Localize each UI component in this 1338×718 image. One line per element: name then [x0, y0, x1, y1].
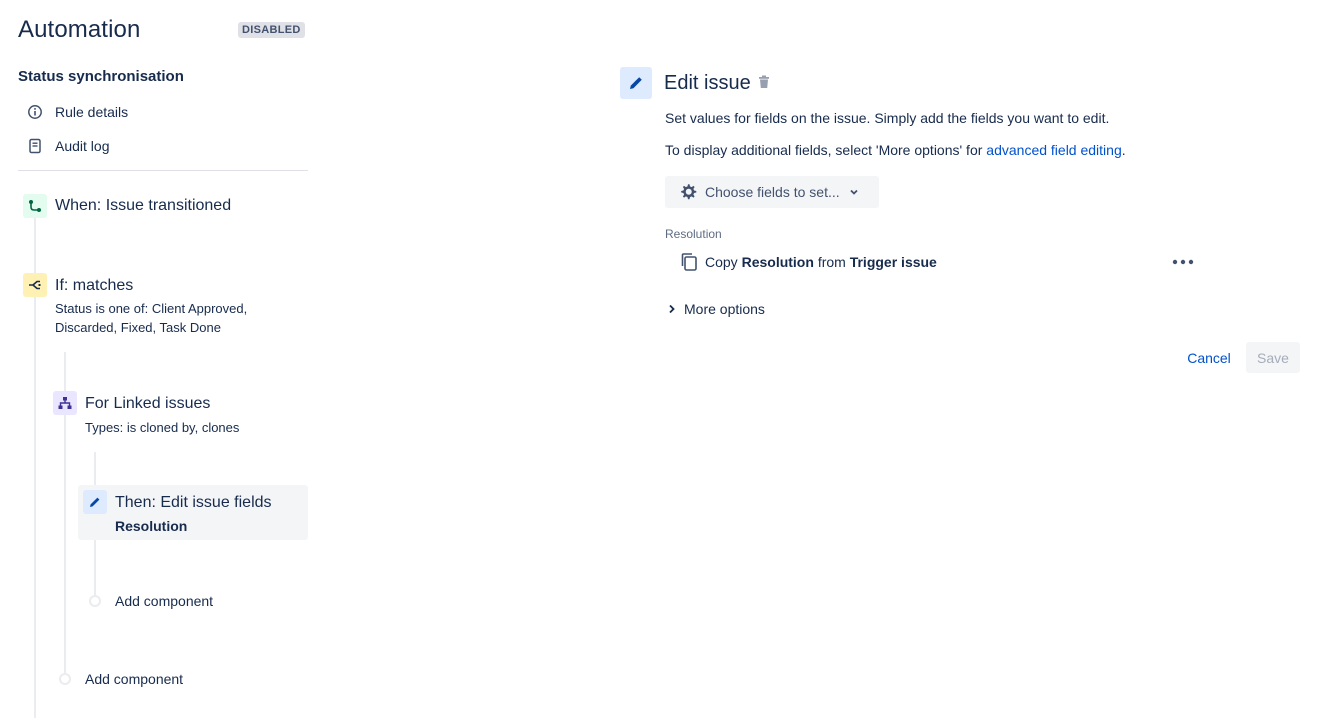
editor-description: Set values for fields on the issue. Simp… — [665, 110, 1110, 126]
save-button[interactable]: Save — [1246, 342, 1300, 373]
copy-icon — [681, 253, 697, 271]
hierarchy-icon[interactable] — [53, 391, 77, 415]
more-options-toggle[interactable]: More options — [667, 299, 765, 319]
chevron-right-icon — [669, 304, 675, 314]
info-icon — [26, 103, 44, 121]
gear-icon — [681, 184, 697, 200]
pencil-icon — [620, 67, 652, 99]
condition-branch-icon[interactable] — [23, 273, 47, 297]
branch-title[interactable]: For Linked issues — [85, 395, 210, 413]
editor-title: Edit issue — [664, 72, 751, 94]
field-row-verb: Copy — [705, 254, 738, 270]
condition-subtitle-line2: Discarded, Fixed, Task Done — [55, 320, 221, 335]
choose-fields-button[interactable]: Choose fields to set... — [665, 176, 879, 208]
field-row-field: Resolution — [741, 254, 814, 270]
trash-icon[interactable] — [757, 74, 773, 92]
nav-rule-details-label: Rule details — [55, 104, 129, 120]
chevron-down-icon — [850, 189, 858, 195]
cancel-button[interactable]: Cancel — [1180, 342, 1238, 373]
field-label-resolution: Resolution — [665, 227, 722, 241]
rule-name: Status synchronisation — [18, 68, 184, 85]
add-component-inner[interactable]: Add component — [115, 593, 213, 609]
field-row-source: Trigger issue — [849, 254, 937, 270]
add-component-outer[interactable]: Add component — [85, 671, 183, 687]
nav-rule-details[interactable]: Rule details — [26, 101, 128, 123]
action-subtitle: Resolution — [115, 518, 188, 534]
nav-audit-log-label: Audit log — [55, 138, 110, 154]
field-row-from: from — [817, 254, 846, 270]
condition-subtitle-line1: Status is one of: Client Approved, — [55, 301, 248, 316]
condition-title[interactable]: If: matches — [55, 277, 133, 295]
branch-subtitle: Types: is cloned by, clones — [85, 420, 240, 435]
more-actions-icon[interactable] — [1170, 252, 1196, 272]
editor-hint-prefix: To display additional fields, select 'Mo… — [665, 142, 987, 158]
more-options-label: More options — [684, 301, 765, 317]
status-badge: DISABLED — [238, 22, 305, 38]
add-dot-outer — [59, 673, 71, 685]
add-dot-inner — [89, 595, 101, 607]
document-icon — [26, 137, 44, 155]
trigger-title[interactable]: When: Issue transitioned — [55, 197, 231, 215]
transition-icon[interactable] — [23, 194, 47, 218]
page-title: Automation — [18, 16, 141, 43]
divider — [18, 170, 308, 171]
action-title[interactable]: Then: Edit issue fields — [115, 494, 272, 512]
editor-hint: To display additional fields, select 'Mo… — [665, 142, 1126, 158]
editor-hint-suffix: . — [1121, 142, 1126, 158]
pencil-icon[interactable] — [83, 490, 107, 514]
advanced-field-editing-link[interactable]: advanced field editing — [986, 142, 1121, 158]
choose-fields-label: Choose fields to set... — [705, 184, 840, 200]
field-row-resolution[interactable]: Copy Resolution from Trigger issue — [680, 252, 937, 272]
nav-audit-log[interactable]: Audit log — [26, 135, 109, 157]
